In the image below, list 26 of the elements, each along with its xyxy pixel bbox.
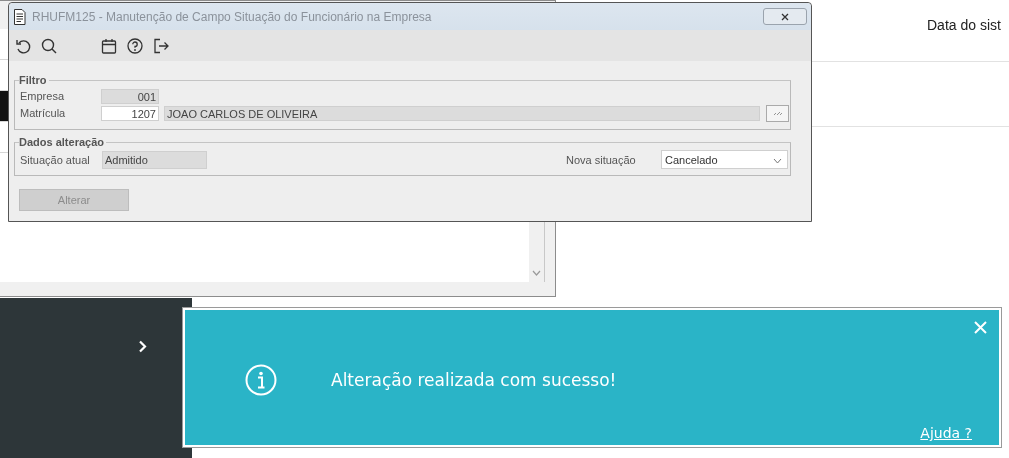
header-label: Data do sist: [927, 17, 1001, 33]
document-icon: [13, 8, 26, 25]
close-icon: [781, 12, 789, 21]
field-label: Situação atual: [20, 153, 91, 166]
calendar-icon[interactable]: [101, 37, 117, 54]
dots-icon: [772, 110, 783, 116]
chevron-down-icon: [532, 270, 541, 276]
field-label: Matrícula: [20, 107, 67, 119]
window-title: RHUFM125 - Manutenção de Campo Situação do Funcionário na Empresa: [32, 9, 433, 24]
group-title: Dados alteração: [19, 136, 105, 149]
info-icon: [245, 364, 277, 396]
notification-message: Alteração realizada com sucesso!: [331, 370, 617, 390]
field-label: Nova situação: [566, 153, 637, 166]
current-status-field[interactable]: Admitido: [102, 150, 207, 169]
status-dropdown[interactable]: Cancelado: [661, 150, 788, 169]
search-icon[interactable]: [41, 37, 57, 54]
field-label: Empresa: [20, 90, 66, 102]
employee-name-field[interactable]: JOAO CARLOS DE OLIVEIRA: [164, 105, 760, 121]
chevron-down-icon: [773, 157, 782, 164]
group-title: Filtro: [19, 74, 48, 87]
registration-field[interactable]: 1207: [101, 105, 159, 121]
help-icon[interactable]: [127, 37, 143, 54]
company-field[interactable]: 001: [101, 88, 159, 104]
undo-icon[interactable]: [15, 37, 31, 54]
chevron-right-icon[interactable]: [138, 340, 147, 353]
exit-icon[interactable]: [153, 37, 169, 54]
